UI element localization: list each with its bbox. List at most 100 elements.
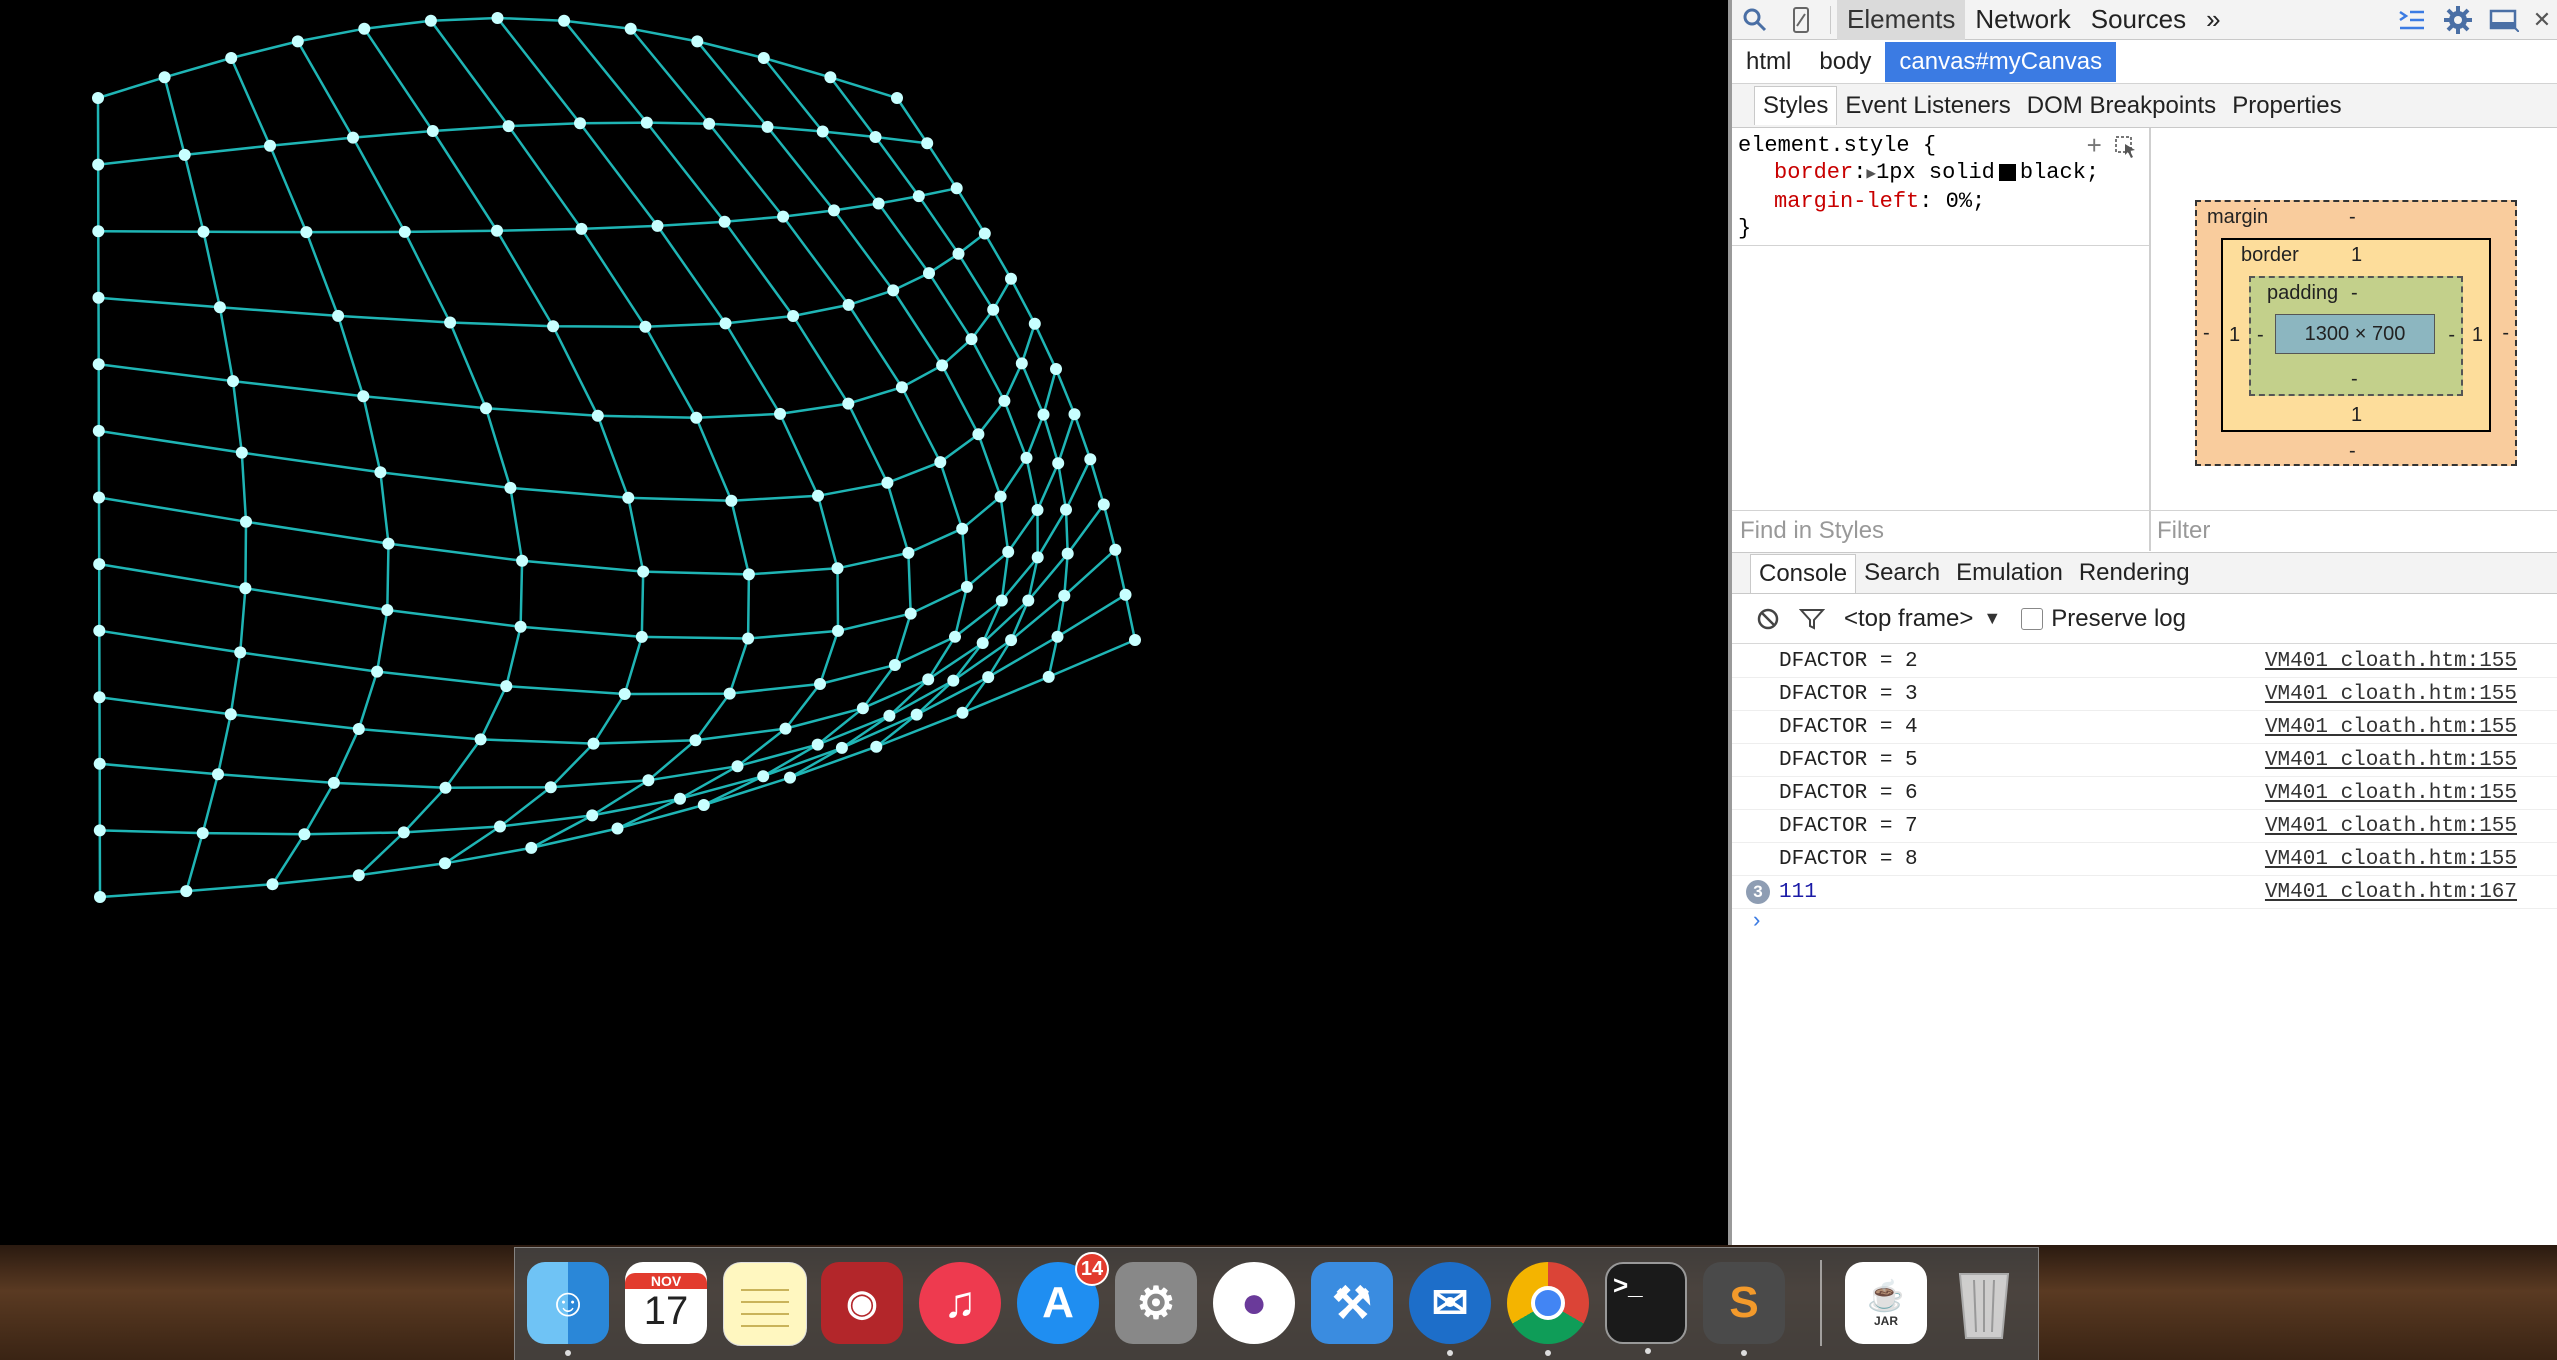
mesh-node[interactable] — [902, 546, 915, 559]
color-swatch[interactable] — [1998, 163, 2016, 181]
terminal-icon[interactable]: >_ — [1605, 1262, 1687, 1354]
mesh-node[interactable] — [1051, 630, 1064, 643]
mesh-node[interactable] — [94, 891, 106, 903]
tab-properties[interactable]: Properties — [2224, 87, 2349, 125]
mesh-node[interactable] — [835, 741, 848, 754]
mesh-node[interactable] — [491, 12, 504, 24]
mesh-node[interactable] — [347, 131, 359, 144]
chrome-icon[interactable] — [1507, 1262, 1589, 1356]
tab-event-listeners[interactable]: Event Listeners — [1837, 87, 2018, 125]
mesh-node[interactable] — [923, 267, 935, 280]
itunes-icon[interactable]: ♫ — [919, 1262, 1001, 1344]
mesh-node[interactable] — [982, 671, 995, 684]
mesh-node[interactable] — [332, 309, 345, 322]
style-property-border[interactable]: border:▶1px solid black; — [1738, 159, 2143, 188]
mesh-node[interactable] — [352, 723, 365, 735]
margin-left-value[interactable]: - — [2203, 322, 2210, 345]
mesh-node[interactable] — [1031, 504, 1044, 516]
console-source-link[interactable]: VM401 cloath.htm:155 — [2265, 650, 2517, 673]
mesh-node[interactable] — [93, 757, 106, 770]
mesh-node[interactable] — [371, 665, 384, 678]
mesh-node[interactable] — [92, 358, 105, 371]
mesh-node[interactable] — [731, 760, 744, 773]
border-top-value[interactable]: 1 — [2351, 244, 2362, 267]
preserve-log-label[interactable]: Preserve log — [2051, 605, 2186, 633]
mesh-node[interactable] — [639, 320, 652, 333]
element-state-icon[interactable] — [2115, 136, 2137, 159]
mesh-node[interactable] — [869, 131, 882, 143]
mesh-node[interactable] — [965, 333, 978, 346]
mesh-node[interactable] — [426, 125, 439, 137]
mesh-node[interactable] — [93, 824, 106, 837]
mesh-node[interactable] — [196, 827, 209, 840]
mesh-node[interactable] — [382, 537, 395, 550]
mesh-node[interactable] — [723, 687, 736, 700]
trash-icon[interactable] — [1943, 1262, 2025, 1344]
breadcrumb-html[interactable]: html — [1732, 42, 1805, 82]
mesh-node[interactable] — [439, 781, 452, 794]
mesh-node[interactable] — [357, 390, 370, 403]
finder-icon[interactable]: ☺ — [527, 1262, 609, 1356]
mesh-node[interactable] — [883, 709, 896, 722]
mesh-node[interactable] — [92, 291, 105, 304]
mesh-node[interactable] — [439, 857, 451, 870]
mesh-node[interactable] — [824, 71, 837, 84]
mesh-node[interactable] — [832, 624, 844, 637]
mesh-node[interactable] — [381, 604, 394, 616]
mesh-node[interactable] — [525, 841, 538, 854]
mesh-node[interactable] — [1005, 272, 1017, 285]
mesh-node[interactable] — [93, 691, 106, 704]
mesh-node[interactable] — [690, 411, 703, 424]
notes-icon[interactable] — [723, 1262, 807, 1346]
mesh-node[interactable] — [816, 125, 829, 138]
mesh-node[interactable] — [689, 734, 702, 747]
mesh-node[interactable] — [812, 489, 824, 502]
github-icon[interactable]: ● — [1213, 1262, 1295, 1344]
padding-top-value[interactable]: - — [2351, 282, 2358, 305]
tab-rendering[interactable]: Rendering — [2071, 554, 2198, 592]
box-model-margin[interactable]: margin - - - - border 1 1 1 1 padding - … — [2195, 200, 2517, 466]
expand-triangle-icon[interactable]: ▶ — [1866, 165, 1876, 183]
mesh-node[interactable] — [703, 117, 716, 130]
mesh-node[interactable] — [514, 620, 527, 633]
mesh-node[interactable] — [976, 637, 989, 649]
border-right-value[interactable]: 1 — [2472, 324, 2483, 347]
mesh-node[interactable] — [784, 771, 796, 784]
mesh-node[interactable] — [1058, 589, 1071, 602]
margin-right-value[interactable]: - — [2502, 322, 2509, 345]
mesh-node[interactable] — [910, 708, 923, 721]
mesh-node[interactable] — [558, 14, 571, 27]
padding-left-value[interactable]: - — [2257, 324, 2264, 347]
mesh-node[interactable] — [895, 381, 908, 394]
mesh-node[interactable] — [298, 828, 311, 841]
mesh-node[interactable] — [397, 826, 410, 839]
border-left-value[interactable]: 1 — [2229, 324, 2240, 347]
console-source-link[interactable]: VM401 cloath.htm:155 — [2265, 815, 2517, 838]
mesh-node[interactable] — [978, 227, 991, 240]
mesh-node[interactable] — [1015, 357, 1028, 370]
system-preferences-icon[interactable]: ⚙ — [1115, 1262, 1197, 1344]
mesh-node[interactable] — [544, 781, 557, 794]
mesh-node[interactable] — [1028, 317, 1041, 330]
breadcrumb-canvas[interactable]: canvas#myCanvas — [1885, 41, 2117, 82]
mesh-node[interactable] — [1084, 453, 1097, 466]
thunderbird-icon[interactable]: ✉ — [1409, 1262, 1491, 1356]
close-icon[interactable]: ✕ — [2527, 0, 2557, 40]
breadcrumb-body[interactable]: body — [1805, 42, 1885, 82]
mesh-node[interactable] — [674, 792, 686, 805]
mesh-node[interactable] — [358, 22, 371, 35]
mesh-node[interactable] — [960, 580, 973, 593]
console-source-link[interactable]: VM401 cloath.htm:155 — [2265, 683, 2517, 706]
mesh-node[interactable] — [651, 219, 664, 232]
box-model-content[interactable]: 1300 × 700 — [2275, 314, 2435, 354]
jar-file-icon[interactable]: ☕ JAR — [1845, 1262, 1927, 1344]
mesh-node[interactable] — [904, 607, 917, 620]
padding-bottom-value[interactable]: - — [2351, 368, 2358, 391]
mesh-node[interactable] — [998, 394, 1011, 407]
mesh-node[interactable] — [291, 35, 304, 48]
mesh-node[interactable] — [1002, 545, 1015, 558]
tab-emulation[interactable]: Emulation — [1948, 554, 2071, 592]
mesh-node[interactable] — [1068, 408, 1081, 421]
tab-console[interactable]: Console — [1750, 553, 1857, 593]
mesh-node[interactable] — [1042, 670, 1055, 683]
